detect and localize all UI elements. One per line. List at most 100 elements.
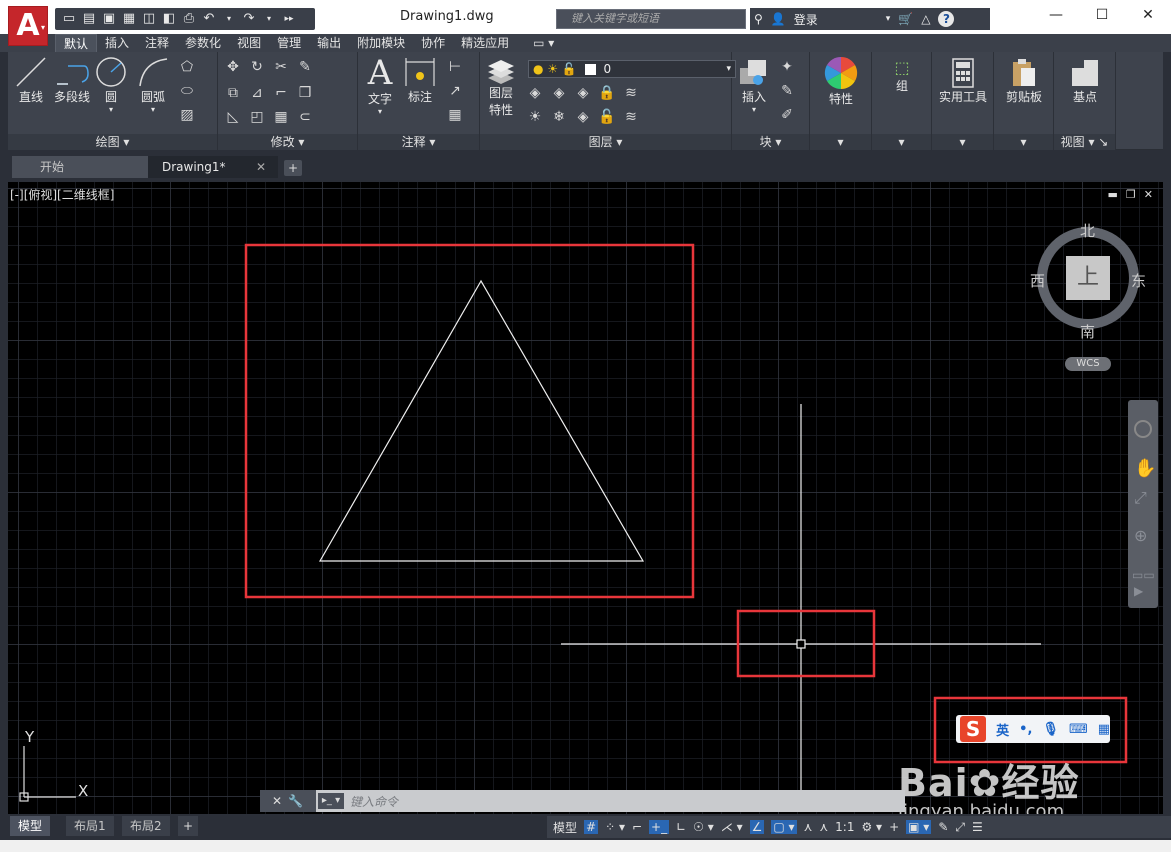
file-tab-start[interactable]: 开始 [12, 156, 150, 178]
annotation-panel-title[interactable]: 注释 ▾ [358, 134, 479, 150]
table-icon[interactable]: ▦ [446, 106, 464, 124]
annotation-scale[interactable]: 1:1 [835, 820, 854, 834]
annotation-monitor-icon[interactable]: + [889, 820, 899, 834]
layout-tab-2[interactable]: 布局2 [122, 816, 170, 836]
text-button[interactable]: A 文字 ▾ [362, 56, 398, 116]
redo-dropdown-icon[interactable]: ▾ [261, 11, 277, 27]
viewport-minimize-icon[interactable]: ▬ [1108, 188, 1118, 201]
leader-icon[interactable]: ↗ [446, 82, 464, 100]
utilities-button[interactable]: 实用工具 [934, 58, 992, 105]
object-snap-icon[interactable]: ▢ ▾ [771, 820, 797, 834]
ime-keyboard-icon[interactable]: ⌨ [1069, 722, 1088, 737]
dimension-button[interactable]: 标注 [402, 56, 438, 105]
search-input[interactable]: 键入关键字或短语 [556, 9, 746, 29]
tab-collaborate[interactable]: 协作 [413, 34, 453, 52]
compass-west[interactable]: 西 [1030, 270, 1045, 291]
layer-merge-icon[interactable]: ≋ [622, 108, 640, 126]
edit-block-icon[interactable]: ✎ [778, 82, 796, 100]
groups-panel-title[interactable]: ▾ [872, 134, 931, 150]
app-menu-button[interactable]: A ▾ [8, 6, 48, 46]
command-input[interactable]: 键入命令 [350, 793, 398, 810]
compass-east[interactable]: 东 [1131, 270, 1146, 291]
isodraft-icon[interactable]: ⋌ ▾ [721, 820, 743, 834]
binoculars-icon[interactable]: ⚲ [754, 12, 763, 26]
wcs-menu-button[interactable]: WCS [1065, 357, 1111, 371]
user-icon[interactable]: 👤 [771, 12, 786, 26]
more-icon[interactable]: ▸▸ [281, 11, 297, 27]
tab-default[interactable]: 默认 [55, 34, 98, 52]
linear-dim-icon[interactable]: ⊢ [446, 58, 464, 76]
properties-panel-title[interactable]: ▾ [810, 134, 871, 150]
copy-icon[interactable]: ⧉ [224, 84, 242, 102]
properties-panel[interactable]: 特性 ▾ [810, 52, 872, 150]
layer-on-icon[interactable]: ☀ [526, 108, 544, 126]
layer-freeze-icon[interactable]: ❄ [550, 108, 568, 126]
block-panel-title[interactable]: 块 ▾ [732, 134, 809, 150]
tab-insert[interactable]: 插入 [97, 34, 137, 52]
command-close-icon[interactable]: ✕ [272, 794, 282, 808]
open-folder-icon[interactable]: ▤ [81, 11, 97, 27]
viewport-close-icon[interactable]: ✕ [1144, 188, 1153, 201]
ellipse-icon[interactable]: ⬭ [178, 82, 196, 100]
isolate-objects-icon[interactable]: ✎ [938, 820, 948, 834]
layer-lock-icon[interactable]: 🔒 [598, 84, 616, 102]
groups-panel[interactable]: ⬚ 组 ▾ [872, 52, 932, 150]
command-customize-icon[interactable]: 🔧 [288, 794, 303, 808]
tab-view[interactable]: 视图 [229, 34, 269, 52]
mirror-icon[interactable]: ⊿ [248, 84, 266, 102]
sogou-ime-logo-icon[interactable]: S [960, 716, 987, 742]
login-button[interactable]: 登录 [794, 11, 818, 28]
viewport-restore-icon[interactable]: ❐ [1126, 188, 1136, 201]
tab-featured-apps[interactable]: 精选应用 [453, 34, 517, 52]
layer-unlock-icon[interactable]: 🔓 [598, 108, 616, 126]
modify-panel-title[interactable]: 修改 ▾ [218, 134, 357, 150]
offset-icon[interactable]: ⊂ [296, 108, 314, 126]
file-tab-close-icon[interactable]: ✕ [256, 156, 266, 178]
viewcube-top-face[interactable]: 上 [1066, 256, 1110, 300]
undo-dropdown-icon[interactable]: ▾ [221, 11, 237, 27]
compass-south[interactable]: 南 [1080, 321, 1095, 342]
save-as-icon[interactable]: ▦ [121, 11, 137, 27]
clipboard-button[interactable]: 剪贴板 [998, 58, 1050, 105]
arc-button[interactable]: 圆弧 ▾ [136, 56, 170, 114]
move-icon[interactable]: ✥ [224, 58, 242, 76]
layout-tab-model[interactable]: 模型 [10, 816, 51, 836]
layer-isolate-icon[interactable]: ◈ [574, 84, 592, 102]
array-icon[interactable]: ▦ [272, 108, 290, 126]
layers-panel-title[interactable]: 图层 ▾ [480, 134, 731, 150]
scale-icon[interactable]: ◰ [248, 108, 266, 126]
group-button[interactable]: ⬚ 组 [880, 58, 924, 94]
layer-properties-button[interactable]: 图层 特性 [482, 58, 520, 118]
minimize-button[interactable]: — [1033, 0, 1079, 30]
fillet-icon[interactable]: ⌐ [272, 84, 290, 102]
ime-toolbox-icon[interactable]: ▦ [1098, 722, 1110, 737]
orbit-icon[interactable]: ⊕ [1134, 526, 1147, 545]
new-file-icon[interactable]: ▭ [61, 11, 77, 27]
save-icon[interactable]: ▣ [101, 11, 117, 27]
units-icon[interactable]: ▣ ▾ [906, 820, 932, 834]
infer-constraints-icon[interactable]: ⌐ [632, 820, 642, 834]
workspace-gear-icon[interactable]: ⚙ ▾ [861, 820, 882, 834]
file-tab-drawing[interactable]: Drawing1* ✕ [148, 156, 278, 178]
print-icon[interactable]: ⎙ [181, 11, 197, 27]
insert-block-button[interactable]: 插入 ▾ [734, 58, 774, 114]
polar-tracking-icon[interactable]: ☉ ▾ [693, 820, 714, 834]
command-prompt-icon[interactable]: ▸_ ▾ [318, 793, 344, 809]
new-tab-button[interactable]: + [284, 160, 302, 176]
layer-match-icon[interactable]: ◈ [526, 84, 544, 102]
ortho-icon[interactable]: ∟ [676, 820, 686, 834]
close-button[interactable]: ✕ [1125, 0, 1171, 30]
viewport-label[interactable]: [-][俯视][二维线框] [10, 186, 114, 203]
cart-icon[interactable]: 🛒 [898, 12, 913, 26]
customization-menu-icon[interactable]: ☰ [972, 820, 983, 834]
utilities-panel-title[interactable]: ▾ [932, 134, 993, 150]
auto-scale-icon[interactable]: ⋏ [819, 820, 828, 834]
utilities-panel[interactable]: 实用工具 ▾ [932, 52, 994, 150]
exchange-icon[interactable]: △ [921, 12, 930, 26]
snap-icon[interactable]: ⁘ ▾ [605, 820, 625, 834]
rotate-icon[interactable]: ↻ [248, 58, 266, 76]
play-icon[interactable]: ▶ [1134, 584, 1143, 598]
properties-button[interactable]: 特性 [818, 56, 864, 107]
hatch-icon[interactable]: ▨ [178, 106, 196, 124]
clean-screen-icon[interactable]: ⤢ [955, 820, 965, 835]
